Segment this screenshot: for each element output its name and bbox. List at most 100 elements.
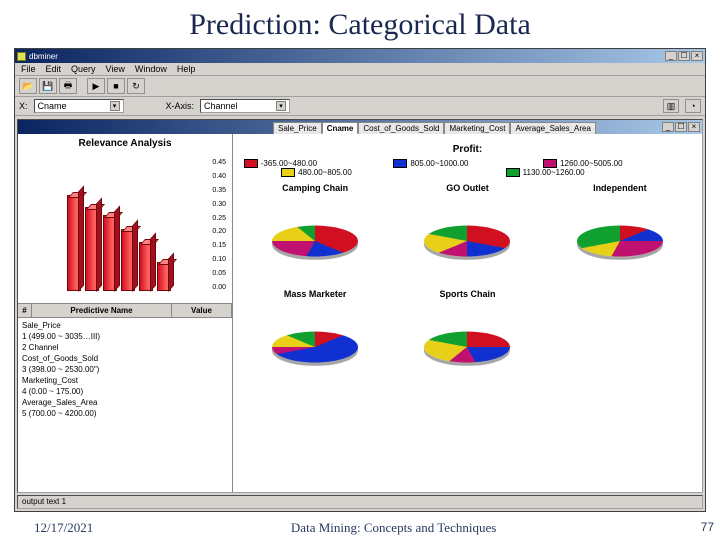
pie-cell <box>548 197 692 285</box>
minimize-button[interactable]: _ <box>665 51 677 61</box>
legend-item: 480.00~805.00 <box>281 168 429 177</box>
y-tick: 0.35 <box>212 187 226 194</box>
table-row[interactable]: Marketing_Cost <box>22 375 228 386</box>
tab-cname[interactable]: Cname <box>322 122 359 134</box>
doc-close-button[interactable]: × <box>688 122 700 132</box>
relevance-bar <box>121 229 135 291</box>
toolbar-open-icon[interactable]: 📂 <box>19 78 37 94</box>
page-number: 77 <box>701 520 714 534</box>
toolbar-save-icon[interactable]: 💾 <box>39 78 57 94</box>
legend-label: 1260.00~5005.00 <box>560 159 623 168</box>
maximize-button[interactable]: ☐ <box>678 51 690 61</box>
close-button[interactable]: × <box>691 51 703 61</box>
y-tick: 0.20 <box>212 228 226 235</box>
toolbar-print-icon[interactable]: 🖶 <box>59 78 77 94</box>
relevance-bar <box>67 195 81 291</box>
pie-label <box>548 289 692 299</box>
x-axis-select[interactable]: Cname ▾ <box>34 99 124 113</box>
y-tick: 0.25 <box>212 215 226 222</box>
menu-edit[interactable]: Edit <box>46 64 62 74</box>
slide-title: Prediction: Categorical Data <box>0 0 720 46</box>
legend-item: 805.00~1000.00 <box>393 159 541 168</box>
col-value[interactable]: Value <box>172 304 232 317</box>
menu-query[interactable]: Query <box>71 64 96 74</box>
pie-label: Camping Chain <box>243 183 387 193</box>
y-axis-label: X-Axis: <box>166 101 195 111</box>
tab-marketing_cost[interactable]: Marketing_Cost <box>444 122 510 134</box>
toolbar-refresh-icon[interactable]: ↻ <box>127 78 145 94</box>
x-axis-value: Cname <box>38 101 67 111</box>
titlebar: dbminer _ ☐ × <box>15 49 705 63</box>
pie-chart <box>272 226 358 257</box>
toolbar: 📂 💾 🖶 ▶ ■ ↻ <box>15 76 705 97</box>
legend-label: 805.00~1000.00 <box>410 159 468 168</box>
y-tick: 0.00 <box>212 284 226 291</box>
relevance-chart: 0.450.400.350.300.250.200.150.100.050.00 <box>18 153 232 303</box>
col-hash[interactable]: # <box>18 304 32 317</box>
view-bar-icon[interactable]: ▥ <box>663 99 679 113</box>
pie-cell <box>243 197 387 285</box>
doc-maximize-button[interactable]: ☐ <box>675 122 687 132</box>
predictive-table: # Predictive Name Value Sale_Price1 (499… <box>18 303 232 492</box>
pie-label: GO Outlet <box>395 183 539 193</box>
window-buttons: _ ☐ × <box>665 51 703 61</box>
toolbar-stop-icon[interactable]: ■ <box>107 78 125 94</box>
table-row[interactable]: 4 (0.00 ~ 175.00) <box>22 386 228 397</box>
table-row[interactable]: 5 (700.00 ~ 4200.00) <box>22 408 228 419</box>
menu-window[interactable]: Window <box>135 64 167 74</box>
legend-label: 480.00~805.00 <box>298 168 352 177</box>
table-row[interactable]: 2 Channel <box>22 342 228 353</box>
dropdown-arrow-icon: ▾ <box>276 101 286 111</box>
legend-item: 1260.00~5005.00 <box>543 159 691 168</box>
menu-file[interactable]: File <box>21 64 36 74</box>
x-axis-label: X: <box>19 101 28 111</box>
table-row[interactable]: Average_Sales_Area <box>22 397 228 408</box>
menubar: File Edit Query View Window Help <box>15 63 705 76</box>
pie-cell <box>395 197 539 285</box>
doc-minimize-button[interactable]: _ <box>662 122 674 132</box>
app-window: dbminer _ ☐ × File Edit Query View Windo… <box>14 48 706 512</box>
table-row[interactable]: 1 (499.00 ~ 3035…III) <box>22 331 228 342</box>
pie-cell <box>243 303 387 391</box>
app-icon <box>17 52 26 61</box>
col-name[interactable]: Predictive Name <box>32 304 172 317</box>
y-axis-value: Channel <box>204 101 238 111</box>
table-row[interactable]: 3 (398.00 ~ 2530.00") <box>22 364 228 375</box>
tab-average_sales_area[interactable]: Average_Sales_Area <box>510 122 595 134</box>
pie-label: Mass Marketer <box>243 289 387 299</box>
table-row[interactable]: Sale_Price <box>22 320 228 331</box>
left-pane: Relevance Analysis 0.45 0.40 0.35 0.30 0.25 0… <box>18 134 233 492</box>
y-tick: 0.45 <box>212 159 226 166</box>
relevance-bar <box>157 262 171 291</box>
view-pie-icon[interactable]: ◔ <box>685 99 701 113</box>
right-pane: Sale_PriceCnameCost_of_Goods_SoldMarketi… <box>233 134 702 492</box>
pie-chart <box>424 226 510 257</box>
y-tick: 0.40 <box>212 173 226 180</box>
footer-date: 12/17/2021 <box>34 520 93 536</box>
toolbar-run-icon[interactable]: ▶ <box>87 78 105 94</box>
pie-label: Sports Chain <box>395 289 539 299</box>
menu-help[interactable]: Help <box>177 64 196 74</box>
legend-swatch <box>393 159 407 168</box>
legend-item: -365.00~480.00 <box>244 159 392 168</box>
tab-cost_of_goods_sold[interactable]: Cost_of_Goods_Sold <box>358 122 444 134</box>
profit-title: Profit: <box>235 136 700 157</box>
footer-center: Data Mining: Concepts and Techniques <box>291 520 496 536</box>
table-row[interactable]: Cost_of_Goods_Sold <box>22 353 228 364</box>
legend-item: 1130.00~1260.00 <box>506 168 654 177</box>
y-tick: 0.30 <box>212 201 226 208</box>
slide-footer: 12/17/2021 Data Mining: Concepts and Tec… <box>0 520 720 536</box>
relevance-title: Relevance Analysis <box>18 134 232 153</box>
relevance-bar <box>139 242 153 291</box>
legend-swatch <box>244 159 258 168</box>
tab-sale_price[interactable]: Sale_Price <box>273 122 322 134</box>
legend-label: -365.00~480.00 <box>261 159 317 168</box>
pie-cell <box>395 303 539 391</box>
menu-view[interactable]: View <box>106 64 125 74</box>
legend-swatch <box>543 159 557 168</box>
pie-label: Independent <box>548 183 692 193</box>
pie-chart <box>577 226 663 257</box>
y-axis-select[interactable]: Channel ▾ <box>200 99 290 113</box>
relevance-bar <box>103 215 117 291</box>
pie-chart <box>424 332 510 363</box>
